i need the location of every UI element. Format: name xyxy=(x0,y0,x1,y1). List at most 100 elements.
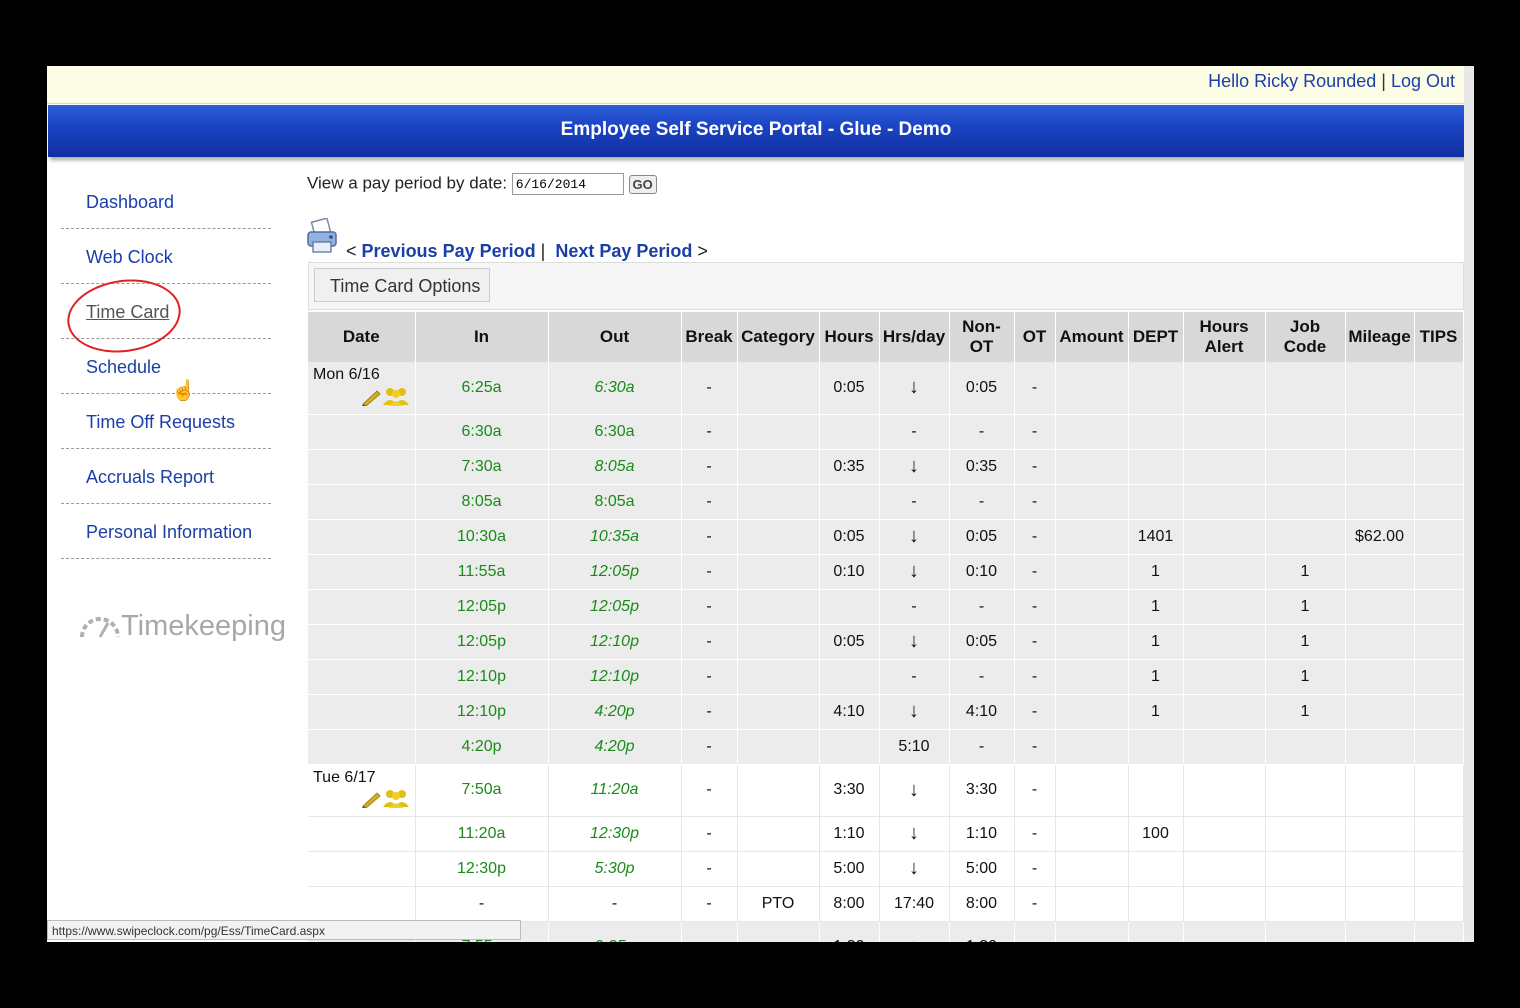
cell-job-code: 1 xyxy=(1265,624,1346,660)
table-row: 11:20a 12:30p -1:10 ↓ 1:10-100 xyxy=(308,816,1464,852)
cell-out: 12:30p xyxy=(548,816,682,852)
cell-mileage xyxy=(1345,694,1415,730)
table-row: 11:55a 12:05p -0:10 ↓ 0:10-1 1 xyxy=(308,554,1464,590)
sidebar-item-time-off-requests[interactable]: Time Off Requests xyxy=(61,394,271,449)
status-bar-url: https://www.swipeclock.com/pg/Ess/TimeCa… xyxy=(47,920,521,940)
cell-break: - xyxy=(681,729,738,765)
time-card-options-button[interactable]: Time Card Options ▼ xyxy=(314,268,490,329)
greeting-link[interactable]: Hello Ricky Rounded xyxy=(1208,71,1376,91)
cell-hours: 4:10 xyxy=(819,694,880,730)
cell-dept xyxy=(1128,764,1184,817)
sidebar-item-accruals-report[interactable]: Accruals Report xyxy=(61,449,271,504)
cell-hrs-day: ↓ xyxy=(879,554,950,590)
cell-hours: 0:10 xyxy=(819,554,880,590)
group-people-icon[interactable] xyxy=(382,788,410,808)
cell-ot: - xyxy=(1014,921,1056,942)
cell-hours: 0:35 xyxy=(819,449,880,485)
cell-date xyxy=(308,886,416,922)
cell-date: Mon 6/16 xyxy=(308,362,416,415)
cell-out: 4:20p xyxy=(548,694,682,730)
cell-tips xyxy=(1414,362,1464,415)
sidebar-item-label[interactable]: Web Clock xyxy=(86,247,173,268)
cell-date xyxy=(308,519,416,555)
cell-hours-alert xyxy=(1183,764,1266,817)
group-people-icon[interactable] xyxy=(382,386,410,406)
cell-ot: - xyxy=(1014,816,1056,852)
cell-job-code xyxy=(1265,764,1346,817)
cell-ot: - xyxy=(1014,554,1056,590)
cell-ot: - xyxy=(1014,729,1056,765)
column-header-category: Category xyxy=(737,312,820,362)
portal-banner: Employee Self Service Portal - Glue - De… xyxy=(48,105,1464,157)
cell-category xyxy=(737,362,820,415)
sidebar-item-label[interactable]: Personal Information xyxy=(86,522,252,543)
cell-tips xyxy=(1414,764,1464,817)
cell-ot: - xyxy=(1014,851,1056,887)
sidebar-item-dashboard[interactable]: Dashboard xyxy=(61,174,271,229)
timekeeping-logo: Timekeeping xyxy=(79,610,286,643)
cell-date xyxy=(308,816,416,852)
cell-break: - xyxy=(681,484,738,520)
cell-hours-alert xyxy=(1183,449,1266,485)
pay-period-date-input[interactable] xyxy=(511,173,624,195)
cell-ot: - xyxy=(1014,624,1056,660)
cell-job-code xyxy=(1265,886,1346,922)
next-pay-period-link[interactable]: Next Pay Period xyxy=(555,241,692,261)
cell-dept: 1 xyxy=(1128,659,1184,695)
cell-tips xyxy=(1414,694,1464,730)
cell-ot: - xyxy=(1014,484,1056,520)
cell-out: 12:05p xyxy=(548,554,682,590)
cell-ot: - xyxy=(1014,362,1056,415)
cell-job-code xyxy=(1265,484,1346,520)
cell-mileage xyxy=(1345,362,1415,415)
cell-in: 7:30a xyxy=(415,449,549,485)
sidebar-item-label[interactable]: Accruals Report xyxy=(86,467,214,488)
table-row: 12:05p 12:05p - - - -1 1 xyxy=(308,589,1464,625)
cell-out: 10:35a xyxy=(548,519,682,555)
table-row: 6:30a 6:30a - - - - xyxy=(308,414,1464,450)
cell-tips xyxy=(1414,449,1464,485)
table-row: Mon 6/16 6:25a 6:30a -0:05 ↓ 0:05- xyxy=(308,362,1464,415)
cell-category xyxy=(737,449,820,485)
sidebar-item-personal-information[interactable]: Personal Information xyxy=(61,504,271,559)
sidebar-item-label[interactable]: Dashboard xyxy=(86,192,174,213)
cell-tips xyxy=(1414,851,1464,887)
cell-non-ot: 5:00 xyxy=(949,851,1015,887)
date-label: Tue 6/17 xyxy=(313,768,376,786)
print-icon[interactable] xyxy=(305,217,341,261)
cell-hours: 3:30 xyxy=(819,764,880,817)
cell-date xyxy=(308,589,416,625)
cell-break: - xyxy=(681,589,738,625)
cell-job-code: 1 xyxy=(1265,589,1346,625)
cell-ot: - xyxy=(1014,886,1056,922)
cell-hrs-day: ↓ xyxy=(879,921,950,942)
sidebar-item-web-clock[interactable]: Web Clock xyxy=(61,229,271,284)
cell-job-code xyxy=(1265,851,1346,887)
cell-amount xyxy=(1055,659,1129,695)
cell-date: Tue 6/17 xyxy=(308,764,416,817)
cell-amount xyxy=(1055,886,1129,922)
column-header-date: Date xyxy=(308,312,416,362)
table-row: 12:30p 5:30p -5:00 ↓ 5:00- xyxy=(308,851,1464,887)
cell-amount xyxy=(1055,851,1129,887)
edit-pencil-icon[interactable] xyxy=(360,388,382,407)
cell-tips xyxy=(1414,414,1464,450)
cell-out: 5:30p xyxy=(548,851,682,887)
cell-hours-alert xyxy=(1183,414,1266,450)
cell-category xyxy=(737,484,820,520)
cell-hours-alert xyxy=(1183,484,1266,520)
cell-job-code xyxy=(1265,816,1346,852)
cell-ot: - xyxy=(1014,414,1056,450)
go-button[interactable]: GO xyxy=(628,174,657,194)
scrollbar[interactable] xyxy=(1464,66,1474,942)
cell-dept: 1 xyxy=(1128,694,1184,730)
sidebar-item-label[interactable]: Schedule xyxy=(86,357,161,378)
column-header-ot: OT xyxy=(1014,312,1056,362)
edit-pencil-icon[interactable] xyxy=(360,790,382,809)
cell-non-ot: 0:05 xyxy=(949,362,1015,415)
cell-out: 12:05p xyxy=(548,589,682,625)
previous-pay-period-link[interactable]: Previous Pay Period xyxy=(362,241,536,261)
sidebar-item-label[interactable]: Time Off Requests xyxy=(86,412,235,433)
logout-link[interactable]: Log Out xyxy=(1391,71,1455,91)
cell-break: - xyxy=(681,659,738,695)
